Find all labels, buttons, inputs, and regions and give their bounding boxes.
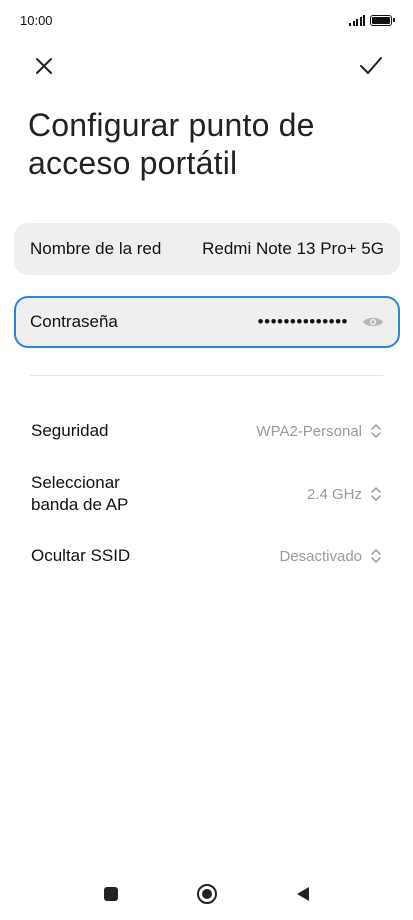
back-button[interactable] (291, 882, 315, 906)
ap-band-label: Seleccionar banda de AP (31, 473, 129, 514)
recents-button[interactable] (99, 882, 123, 906)
hide-ssid-label: Ocultar SSID (31, 546, 131, 565)
page-title: Configurar punto de acceso portátil (28, 107, 315, 181)
network-name-value-wrap: Redmi Note 13 Pro+ 5G (167, 239, 384, 259)
security-value: WPA2-Personal (256, 422, 362, 440)
hide-ssid-selector[interactable]: Desactivado (279, 546, 383, 566)
hide-ssid-value: Desactivado (279, 547, 362, 565)
security-label: Seguridad (31, 421, 109, 440)
square-icon (103, 887, 118, 901)
triangle-back-icon (296, 887, 309, 901)
password-value-wrap: •••••••••••••• (124, 312, 348, 332)
confirm-button[interactable] (355, 50, 387, 82)
password-label: Contraseña (30, 312, 118, 331)
updown-chevron-icon (371, 549, 381, 563)
network-name-input[interactable]: Redmi Note 13 Pro+ 5G (202, 239, 384, 259)
circle-icon (196, 884, 217, 904)
security-selector[interactable]: WPA2-Personal (256, 421, 383, 441)
hide-ssid-row[interactable]: Ocultar SSID Desactivado (31, 543, 383, 569)
updown-chevron-icon (371, 487, 381, 501)
divider (30, 375, 383, 376)
password-field[interactable]: Contraseña •••••••••••••• (14, 296, 400, 348)
navigation-bar (0, 872, 413, 916)
check-icon (360, 57, 382, 74)
eye-icon (363, 317, 383, 327)
updown-chevron-icon (371, 424, 381, 438)
signal-icon (349, 14, 365, 26)
battery-icon (370, 14, 395, 26)
toolbar (0, 48, 413, 84)
ap-band-row[interactable]: Seleccionar banda de AP 2.4 GHz (31, 471, 383, 517)
status-time: 10:00 (20, 12, 53, 28)
home-button[interactable] (195, 882, 219, 906)
network-name-label: Nombre de la red (30, 239, 162, 258)
show-password-button[interactable] (362, 311, 384, 333)
security-row[interactable]: Seguridad WPA2-Personal (31, 418, 383, 444)
close-button[interactable] (28, 50, 60, 82)
password-input[interactable]: •••••••••••••• (258, 312, 348, 332)
close-icon (36, 58, 52, 74)
status-bar: 10:00 (0, 0, 413, 40)
ap-band-selector[interactable]: 2.4 GHz (307, 484, 383, 504)
status-icons (349, 14, 395, 26)
ap-band-value: 2.4 GHz (306, 485, 362, 503)
network-name-field[interactable]: Nombre de la red Redmi Note 13 Pro+ 5G (14, 223, 400, 275)
